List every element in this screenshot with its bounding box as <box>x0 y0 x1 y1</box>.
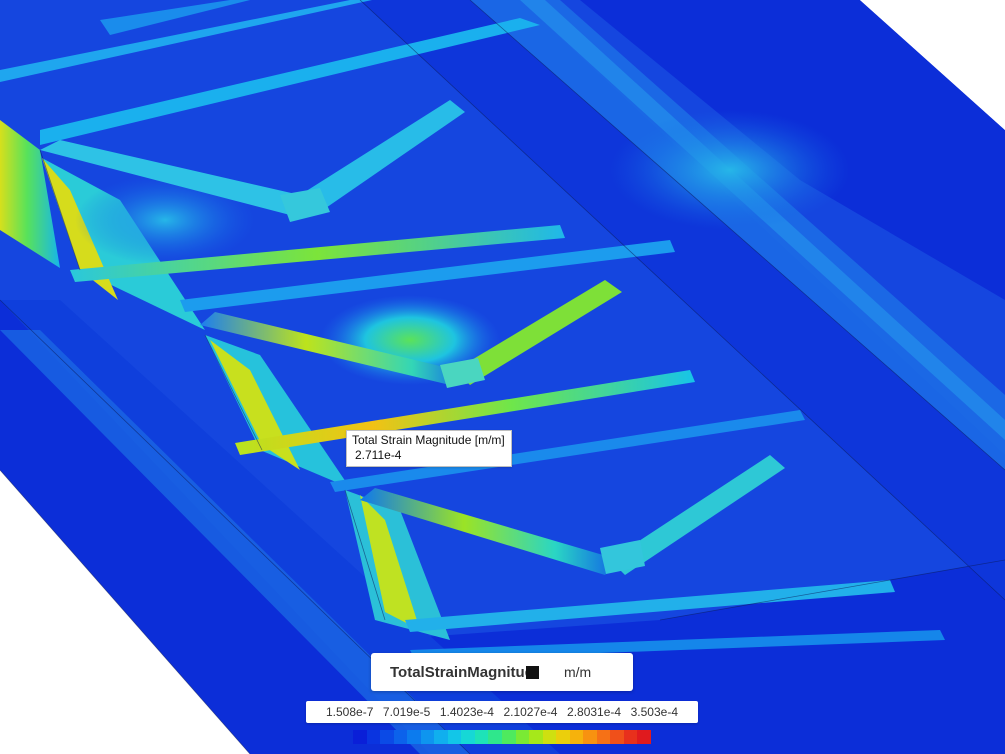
legend-tick: 2.8031e-4 <box>567 705 622 719</box>
legend-color-swatch <box>461 730 475 744</box>
3d-viewport[interactable] <box>0 0 1005 754</box>
legend-color-swatch <box>610 730 624 744</box>
legend-color-swatch <box>393 730 408 744</box>
legend-color-swatch <box>583 730 597 744</box>
legend-color-swatch <box>474 730 489 744</box>
legend-color-swatch <box>556 730 570 744</box>
legend-color-swatch <box>447 730 462 744</box>
legend-color-swatch <box>637 730 652 744</box>
legend-color-swatch <box>502 730 516 744</box>
legend-tick: 7.019e-5 <box>382 705 431 719</box>
legend-color-swatch <box>542 730 557 744</box>
legend-tick: 2.1027e-4 <box>503 705 558 719</box>
legend-color-swatch <box>353 730 367 744</box>
legend-color-swatch <box>596 730 611 744</box>
legend-title-box[interactable]: m/m <box>371 653 633 691</box>
legend-tick: 1.4023e-4 <box>439 705 494 719</box>
probe-label-text: Total Strain Magnitude [m/m] <box>352 433 505 447</box>
legend-color-swatch <box>420 730 435 744</box>
legend-units: m/m <box>564 664 592 680</box>
probe-tooltip: Total Strain Magnitude [m/m] 2.711e-4 <box>346 430 512 467</box>
legend-color-swatch <box>366 730 381 744</box>
legend-tick-labels: 1.508e-7 7.019e-5 1.4023e-4 2.1027e-4 2.… <box>306 701 698 723</box>
legend-field-name-input[interactable] <box>388 662 540 682</box>
legend-color-swatch <box>569 730 584 744</box>
probe-value: 2.711e-4 <box>355 448 402 462</box>
legend-color-swatch <box>488 730 503 744</box>
legend-color-swatch <box>529 730 543 744</box>
legend-color-bar <box>353 730 652 744</box>
legend-color-swatch <box>380 730 394 744</box>
legend-color-swatch <box>515 730 530 744</box>
legend-tick: 3.503e-4 <box>630 705 678 719</box>
text-cursor-block <box>526 665 539 679</box>
legend-tick: 1.508e-7 <box>326 705 374 719</box>
legend-color-swatch <box>623 730 638 744</box>
legend-color-swatch <box>407 730 421 744</box>
legend-color-swatch <box>434 730 448 744</box>
